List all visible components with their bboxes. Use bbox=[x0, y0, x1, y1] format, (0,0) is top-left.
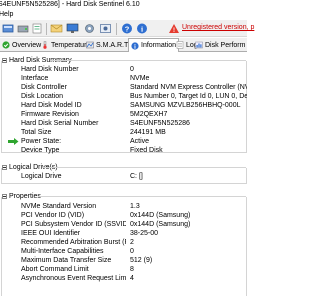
monitor-icon[interactable] bbox=[66, 23, 79, 34]
table-row: Firmware Revision 5M2QEXH7 bbox=[0, 110, 247, 119]
row-key: Hard Disk Model ID bbox=[21, 102, 82, 109]
log-icon bbox=[176, 41, 184, 49]
row-value: 1.3 bbox=[130, 203, 140, 210]
table-row: PCI Vendor ID (VID) 0x144D (Samsung) bbox=[0, 211, 247, 220]
tab-overview[interactable]: Overview bbox=[0, 39, 43, 51]
tab-disk-performance[interactable]: Disk Perform bbox=[193, 39, 247, 51]
row-key: Multi-Interface Capabilities bbox=[21, 248, 104, 255]
row-key: Abort Command Limit bbox=[21, 266, 89, 273]
row-key: Maximum Data Transfer Size bbox=[21, 257, 112, 264]
row-value: 0 bbox=[130, 248, 134, 255]
svg-text:i: i bbox=[141, 24, 143, 33]
row-value: 2 bbox=[130, 239, 134, 246]
row-value: 5M2QEXH7 bbox=[130, 111, 168, 118]
tab-label: Information bbox=[141, 42, 177, 49]
row-key: Asynchronous Event Request Limit bbox=[21, 275, 126, 282]
row-key: Interface bbox=[21, 75, 49, 82]
tab-smart[interactable]: S.M.A.R.T. bbox=[84, 39, 131, 51]
row-key: Hard Disk Serial Number bbox=[21, 120, 99, 127]
row-value: 8 bbox=[130, 266, 134, 273]
info-icon[interactable]: i bbox=[136, 23, 148, 34]
tab-label: Disk Perform bbox=[205, 41, 246, 49]
smart-icon bbox=[86, 41, 94, 49]
tab-information[interactable]: i Information bbox=[128, 38, 180, 52]
row-value: SAMSUNG MZVLB256HBHQ-000L bbox=[130, 102, 241, 109]
toolbar-separator bbox=[46, 23, 47, 35]
row-key: PCI Subsystem Vendor ID (SSVID) bbox=[21, 221, 126, 228]
settings-icon[interactable] bbox=[83, 23, 96, 34]
information-panel[interactable]: Hard Disk Summary Hard Disk Number 0 Inte… bbox=[0, 53, 247, 296]
check-icon bbox=[2, 41, 10, 49]
row-value: Bus Number 0, Target Id 0, LUN 0, Device… bbox=[130, 93, 247, 100]
row-value: 244191 MB bbox=[130, 129, 166, 136]
table-row: Total Size 244191 MB bbox=[0, 128, 247, 137]
table-row: PCI Subsystem Vendor ID (SSVID) 0x144D (S… bbox=[0, 220, 247, 229]
table-row: Multi-Interface Capabilities 0 bbox=[0, 247, 247, 256]
window-title: S4EUNF5N525286] - Hard Disk Sentinel 6.1… bbox=[0, 1, 140, 8]
row-value: 0x144D (Samsung) bbox=[130, 212, 191, 219]
menu-bar: Help bbox=[0, 9, 247, 20]
warning-icon: ! bbox=[168, 23, 180, 34]
report-icon[interactable] bbox=[31, 23, 43, 34]
table-row: NVMe Standard Version 1.3 bbox=[0, 202, 247, 211]
row-value: 0x144D (Samsung) bbox=[130, 221, 191, 228]
unregistered-version-link[interactable]: Unregistered version, p bbox=[182, 24, 254, 31]
table-row: Logical Drive C: [] bbox=[0, 172, 247, 181]
disk-icon[interactable] bbox=[17, 23, 29, 34]
table-row: Power State: Active bbox=[0, 137, 247, 146]
table-row: Maximum Data Transfer Size 512 (9) bbox=[0, 256, 247, 265]
menu-help[interactable]: Help bbox=[0, 10, 13, 19]
green-arrow-icon bbox=[8, 138, 19, 145]
svg-text:?: ? bbox=[125, 24, 130, 33]
table-row: Device Type Fixed Disk bbox=[0, 146, 247, 155]
row-value: 512 (9) bbox=[130, 257, 153, 264]
table-row: Recommended Arbitration Burst (R... 2 bbox=[0, 238, 247, 247]
row-value: Standard NVM Express Controller (NVMe) [… bbox=[130, 84, 247, 91]
toolbar: ? i ! Unregistered version, p bbox=[0, 20, 254, 37]
row-key: PCI Vendor ID (VID) bbox=[21, 212, 85, 219]
row-key: Recommended Arbitration Burst (R... bbox=[21, 239, 126, 246]
title-bar: S4EUNF5N525286] - Hard Disk Sentinel 6.1… bbox=[0, 0, 247, 9]
row-key: Firmware Revision bbox=[21, 111, 79, 118]
info-icon: i bbox=[131, 41, 139, 50]
row-key: IEEE OUI Identifier bbox=[21, 230, 81, 237]
row-key: Disk Controller bbox=[21, 84, 67, 91]
row-value: NVMe bbox=[130, 75, 150, 82]
row-value: Fixed Disk bbox=[130, 147, 163, 154]
thermometer-icon bbox=[41, 41, 49, 49]
row-value: Active bbox=[130, 138, 150, 145]
toolbar-separator bbox=[116, 23, 117, 35]
tab-label: S.M.A.R.T. bbox=[96, 41, 130, 49]
table-row: IEEE OUI Identifier 38-25-00 bbox=[0, 229, 247, 238]
table-row: Disk Location Bus Number 0, Target Id 0, … bbox=[0, 92, 247, 101]
tab-bar: Overview Temperature S.M.A.R.T. i Inform… bbox=[0, 38, 247, 52]
row-value: 0 bbox=[130, 66, 134, 73]
table-row: Disk Controller Standard NVM Express Cont… bbox=[0, 83, 247, 92]
svg-text:!: ! bbox=[173, 28, 175, 34]
refresh-icon[interactable] bbox=[2, 23, 14, 34]
row-key: Logical Drive bbox=[21, 173, 62, 180]
table-row: Asynchronous Event Request Limit 4 bbox=[0, 274, 247, 283]
row-key: Device Type bbox=[21, 147, 60, 154]
table-row: Hard Disk Serial Number S4EUNF5N525286 bbox=[0, 119, 247, 128]
row-value: C: [] bbox=[130, 173, 143, 180]
help-icon[interactable]: ? bbox=[121, 23, 133, 34]
options-icon[interactable] bbox=[99, 23, 112, 34]
row-value: 4 bbox=[130, 275, 134, 282]
email-icon[interactable] bbox=[50, 23, 63, 34]
row-value: 38-25-00 bbox=[130, 230, 159, 237]
row-key: Disk Location bbox=[21, 93, 64, 100]
table-row: Abort Command Limit 8 bbox=[0, 265, 247, 274]
tab-label: Overview bbox=[12, 41, 42, 49]
row-key: Power State: bbox=[21, 138, 62, 145]
row-key: NVMe Standard Version bbox=[21, 203, 97, 210]
row-value: S4EUNF5N525286 bbox=[130, 120, 190, 127]
performance-icon bbox=[195, 41, 203, 49]
table-row: Interface NVMe bbox=[0, 74, 247, 83]
row-key: Hard Disk Number bbox=[21, 66, 79, 73]
table-row: Hard Disk Model ID SAMSUNG MZVLB256HBHQ-0… bbox=[0, 101, 247, 110]
table-row: Hard Disk Number 0 bbox=[0, 65, 247, 74]
row-key: Total Size bbox=[21, 129, 52, 136]
